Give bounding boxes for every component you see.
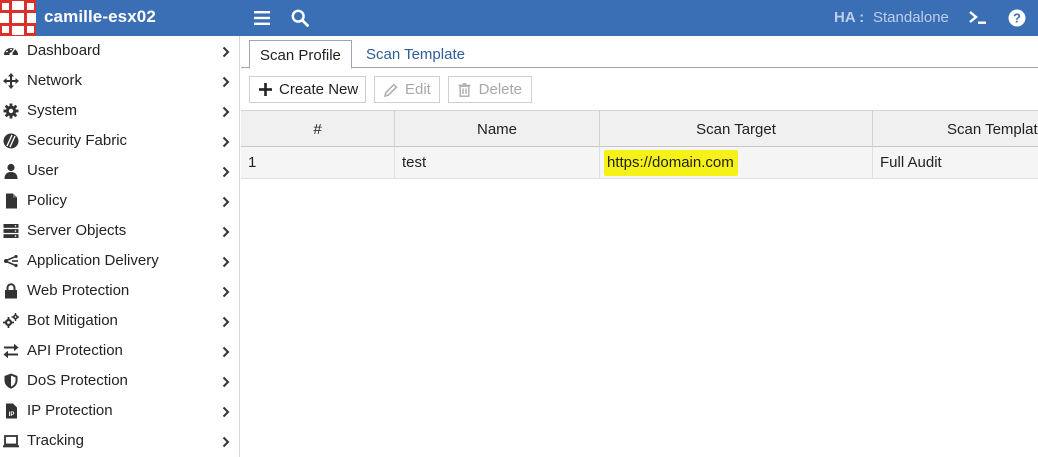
column-header-scan-target[interactable]: Scan Target [600,111,873,147]
sidebar-item-ip-protection[interactable]: IP IP Protection [0,396,240,426]
chevron-right-icon [221,375,231,388]
sidebar-item-tracking[interactable]: Tracking [0,426,240,456]
server-icon [3,223,19,239]
sidebar-item-dos-protection[interactable]: DoS Protection [0,366,240,396]
svg-text:?: ? [1013,10,1021,25]
chevron-right-icon [221,345,231,358]
edit-button[interactable]: Edit [374,76,440,103]
chevron-right-icon [221,105,231,118]
sidebar-item-label: Server Objects [27,222,127,239]
lock-icon [3,283,19,299]
ip-document-icon: IP [3,403,19,419]
pencil-icon [384,82,398,97]
sidebar-item-label: Policy [27,192,68,209]
chevron-right-icon [221,435,231,448]
sidebar-item-label: Dashboard [27,42,101,59]
sidebar-item-system[interactable]: System [0,96,240,126]
sidebar-item-label: Bot Mitigation [27,312,118,329]
sidebar-item-api-protection[interactable]: API Protection [0,336,240,366]
sidebar-item-bot-mitigation[interactable]: Bot Mitigation [0,306,240,336]
laptop-icon [3,433,19,449]
dashboard-icon [3,43,19,59]
chevron-right-icon [221,45,231,58]
application-delivery-icon [3,253,19,269]
table-header: # Name Scan Target Scan Template [241,110,1038,147]
chevron-right-icon [221,315,231,328]
chevron-right-icon [221,285,231,298]
sidebar-item-label: Security Fabric [27,132,128,149]
trash-icon [458,82,472,97]
sidebar-nav: Dashboard Network System Security Fabric… [0,36,240,457]
sidebar-item-dashboard[interactable]: Dashboard [0,36,240,66]
chevron-right-icon [221,225,231,238]
fortinet-logo[interactable] [0,0,36,36]
cell-scan-target: https://domain.com [600,147,873,178]
create-new-label: Create New [279,81,359,98]
shield-icon [3,373,19,389]
search-icon[interactable] [288,6,312,30]
user-icon [3,163,19,179]
ha-status-value[interactable]: Standalone [873,9,949,26]
chevron-right-icon [221,195,231,208]
hamburger-menu-icon[interactable] [250,6,274,30]
sidebar-item-label: System [27,102,78,119]
delete-label: Delete [478,81,522,98]
chevron-right-icon [221,255,231,268]
cell-scan-template: Full Audit [880,154,942,171]
sidebar-item-label: IP Protection [27,402,113,419]
cell-name: test [395,147,600,178]
plus-icon [259,83,272,97]
column-header-number[interactable]: # [241,111,395,147]
tab-bar: Scan Profile Scan Template [241,36,1038,69]
cli-terminal-icon[interactable] [966,6,990,30]
sidebar-item-network[interactable]: Network [0,66,240,96]
exchange-arrows-icon [3,343,19,359]
column-header-name[interactable]: Name [395,111,600,147]
sidebar-item-label: User [27,162,59,179]
chevron-right-icon [221,75,231,88]
help-icon[interactable]: ? [1005,6,1029,30]
ha-label: HA : [834,9,865,26]
edit-label: Edit [405,81,431,98]
network-icon [3,73,19,89]
sidebar-item-web-protection[interactable]: Web Protection [0,276,240,306]
chevron-right-icon [221,135,231,148]
sidebar-item-label: Web Protection [27,282,130,299]
svg-text:IP: IP [9,412,15,418]
sidebar-item-application-delivery[interactable]: Application Delivery [0,246,240,276]
security-fabric-icon [3,133,19,149]
top-bar: camille-esx02 HA : Standalone ? [0,0,1038,36]
cell-number: 1 [241,147,395,178]
sidebar-item-server-objects[interactable]: Server Objects [0,216,240,246]
policy-icon [3,193,19,209]
sidebar-item-label: API Protection [27,342,123,359]
chevron-right-icon [221,165,231,178]
chevron-right-icon [221,405,231,418]
scan-target-url: https://domain.com [604,149,738,176]
sidebar-item-label: DoS Protection [27,372,128,389]
sidebar-item-label: Application Delivery [27,252,159,269]
create-new-button[interactable]: Create New [249,76,366,103]
main-content: Scan Profile Scan Template Create New Ed… [241,36,1038,457]
tab-scan-profile[interactable]: Scan Profile [249,40,352,69]
sidebar-item-policy[interactable]: Policy [0,186,240,216]
tab-scan-template[interactable]: Scan Template [356,40,475,69]
table-row[interactable]: 1 test https://domain.com Full Audit [241,147,1038,179]
column-header-scan-template[interactable]: Scan Template [873,111,1038,147]
gears-icon [3,313,19,329]
gear-icon [3,103,19,119]
sidebar-item-label: Network [27,72,83,89]
sidebar-item-user[interactable]: User [0,156,240,186]
sidebar-item-security-fabric[interactable]: Security Fabric [0,126,240,156]
hostname: camille-esx02 [44,7,156,26]
delete-button[interactable]: Delete [448,76,532,103]
sidebar-item-label: Tracking [27,432,84,449]
